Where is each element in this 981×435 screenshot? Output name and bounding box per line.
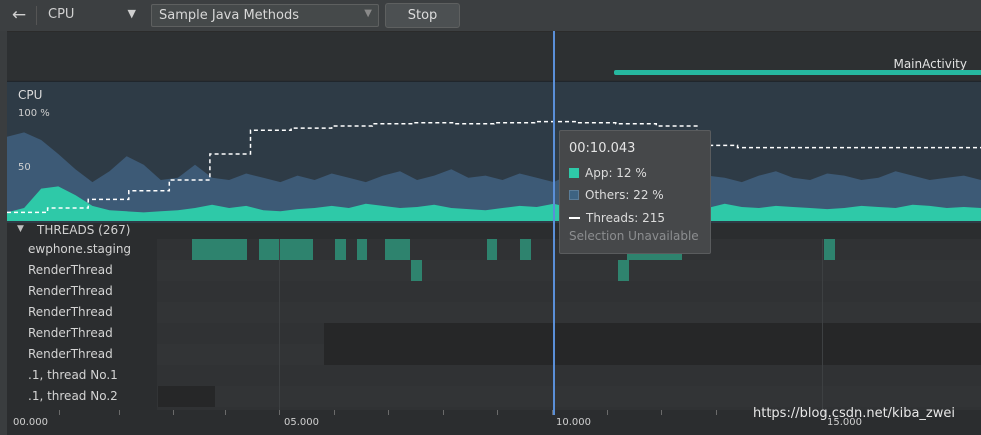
thread-state-block[interactable] (618, 260, 629, 281)
tooltip-app-row: App: 12 % (569, 166, 647, 180)
recording-config-value: Sample Java Methods (159, 8, 299, 23)
time-tick (607, 410, 608, 415)
thread-state-block[interactable] (357, 239, 367, 260)
thread-activity-area[interactable] (157, 239, 981, 415)
others-swatch-icon (569, 190, 579, 200)
time-tick (497, 410, 498, 415)
threads-header[interactable]: ▼ THREADS (267) (7, 223, 981, 239)
thread-name[interactable]: .1, thread No.1 (28, 368, 118, 382)
expand-triangle-icon[interactable]: ▼ (17, 224, 24, 234)
thread-name[interactable]: RenderThread (28, 326, 113, 340)
time-tick (443, 410, 444, 415)
thread-state-block[interactable] (192, 239, 247, 260)
thread-sleep-block[interactable] (324, 323, 981, 344)
cpu-chart-title: CPU (18, 88, 43, 102)
thread-name-list: ewphone.staging RenderThread RenderThrea… (7, 239, 157, 415)
tooltip-others-row: Others: 22 % (569, 188, 664, 202)
recording-config-select[interactable]: Sample Java Methods ▼ (151, 4, 379, 27)
thread-row[interactable] (157, 302, 981, 323)
thread-row[interactable] (157, 323, 981, 344)
y-axis-label-100: 100 % (18, 108, 50, 119)
profiler-toolbar: ← CPU ▼ Sample Java Methods ▼ Stop (0, 0, 981, 32)
time-tick (388, 410, 389, 415)
thread-row[interactable] (157, 365, 981, 386)
time-tick (716, 410, 717, 415)
thread-sleep-block[interactable] (324, 344, 981, 365)
tooltip-app: App: 12 % (585, 166, 647, 180)
tooltip-others: Others: 22 % (585, 188, 664, 202)
watermark-text: https://blog.csdn.net/kiba_zwei (753, 406, 955, 421)
thread-name[interactable]: RenderThread (28, 284, 113, 298)
thread-state-block[interactable] (335, 239, 346, 260)
thread-state-block[interactable] (259, 239, 313, 260)
activity-label: MainActivity (893, 57, 967, 71)
thread-name[interactable]: RenderThread (28, 263, 113, 277)
time-tick (279, 410, 280, 415)
time-label: 00.000 (13, 417, 48, 428)
tooltip-selection-status: Selection Unavailable (569, 229, 699, 243)
app-swatch-icon (569, 168, 579, 178)
others-cpu-area (7, 132, 981, 221)
cpu-tooltip: 00:10.043 App: 12 % Others: 22 % Threads… (559, 130, 711, 254)
grid-line (822, 239, 823, 415)
left-gutter (0, 31, 7, 435)
thread-state-block[interactable] (487, 239, 497, 260)
time-tick (173, 410, 174, 415)
back-button[interactable]: ← (8, 5, 30, 25)
playhead-cursor[interactable] (553, 31, 555, 415)
thread-row[interactable] (157, 260, 981, 281)
thread-state-block[interactable] (411, 260, 422, 281)
thread-name[interactable]: RenderThread (28, 305, 113, 319)
thread-sleep-block[interactable] (158, 386, 215, 407)
time-label: 05.000 (284, 417, 319, 428)
time-label: 10.000 (556, 417, 591, 428)
time-tick (661, 410, 662, 415)
time-tick (119, 410, 120, 415)
thread-name[interactable]: RenderThread (28, 347, 113, 361)
toolbar-separator (36, 6, 37, 25)
arrow-left-icon: ← (11, 5, 27, 25)
monitor-select-value: CPU (48, 7, 75, 22)
cpu-chart-svg (7, 120, 981, 221)
monitor-select[interactable]: CPU ▼ (44, 5, 140, 26)
threads-dash-icon (569, 217, 580, 219)
tooltip-time: 00:10.043 (569, 141, 636, 156)
time-tick (334, 410, 335, 415)
activity-bar[interactable] (614, 70, 981, 75)
time-tick (59, 410, 60, 415)
thread-row[interactable] (157, 281, 981, 302)
cpu-usage-chart[interactable]: CPU 100 % 50 (7, 81, 981, 223)
thread-row[interactable] (157, 386, 981, 407)
y-axis-label-50: 50 (18, 162, 31, 173)
chevron-down-icon: ▼ (364, 8, 372, 19)
thread-state-block[interactable] (824, 239, 835, 260)
tooltip-threads-row: Threads: 215 (569, 211, 665, 225)
threads-header-label: THREADS (267) (37, 223, 131, 237)
time-tick (225, 410, 226, 415)
thread-state-block[interactable] (385, 239, 410, 260)
stop-recording-button[interactable]: Stop (385, 3, 460, 28)
chevron-down-icon: ▼ (127, 7, 136, 20)
tooltip-threads: Threads: 215 (586, 211, 665, 225)
thread-state-block[interactable] (520, 239, 531, 260)
thread-name[interactable]: .1, thread No.2 (28, 389, 118, 403)
grid-line (279, 239, 280, 415)
thread-row[interactable] (157, 344, 981, 365)
thread-name[interactable]: ewphone.staging (28, 242, 131, 256)
